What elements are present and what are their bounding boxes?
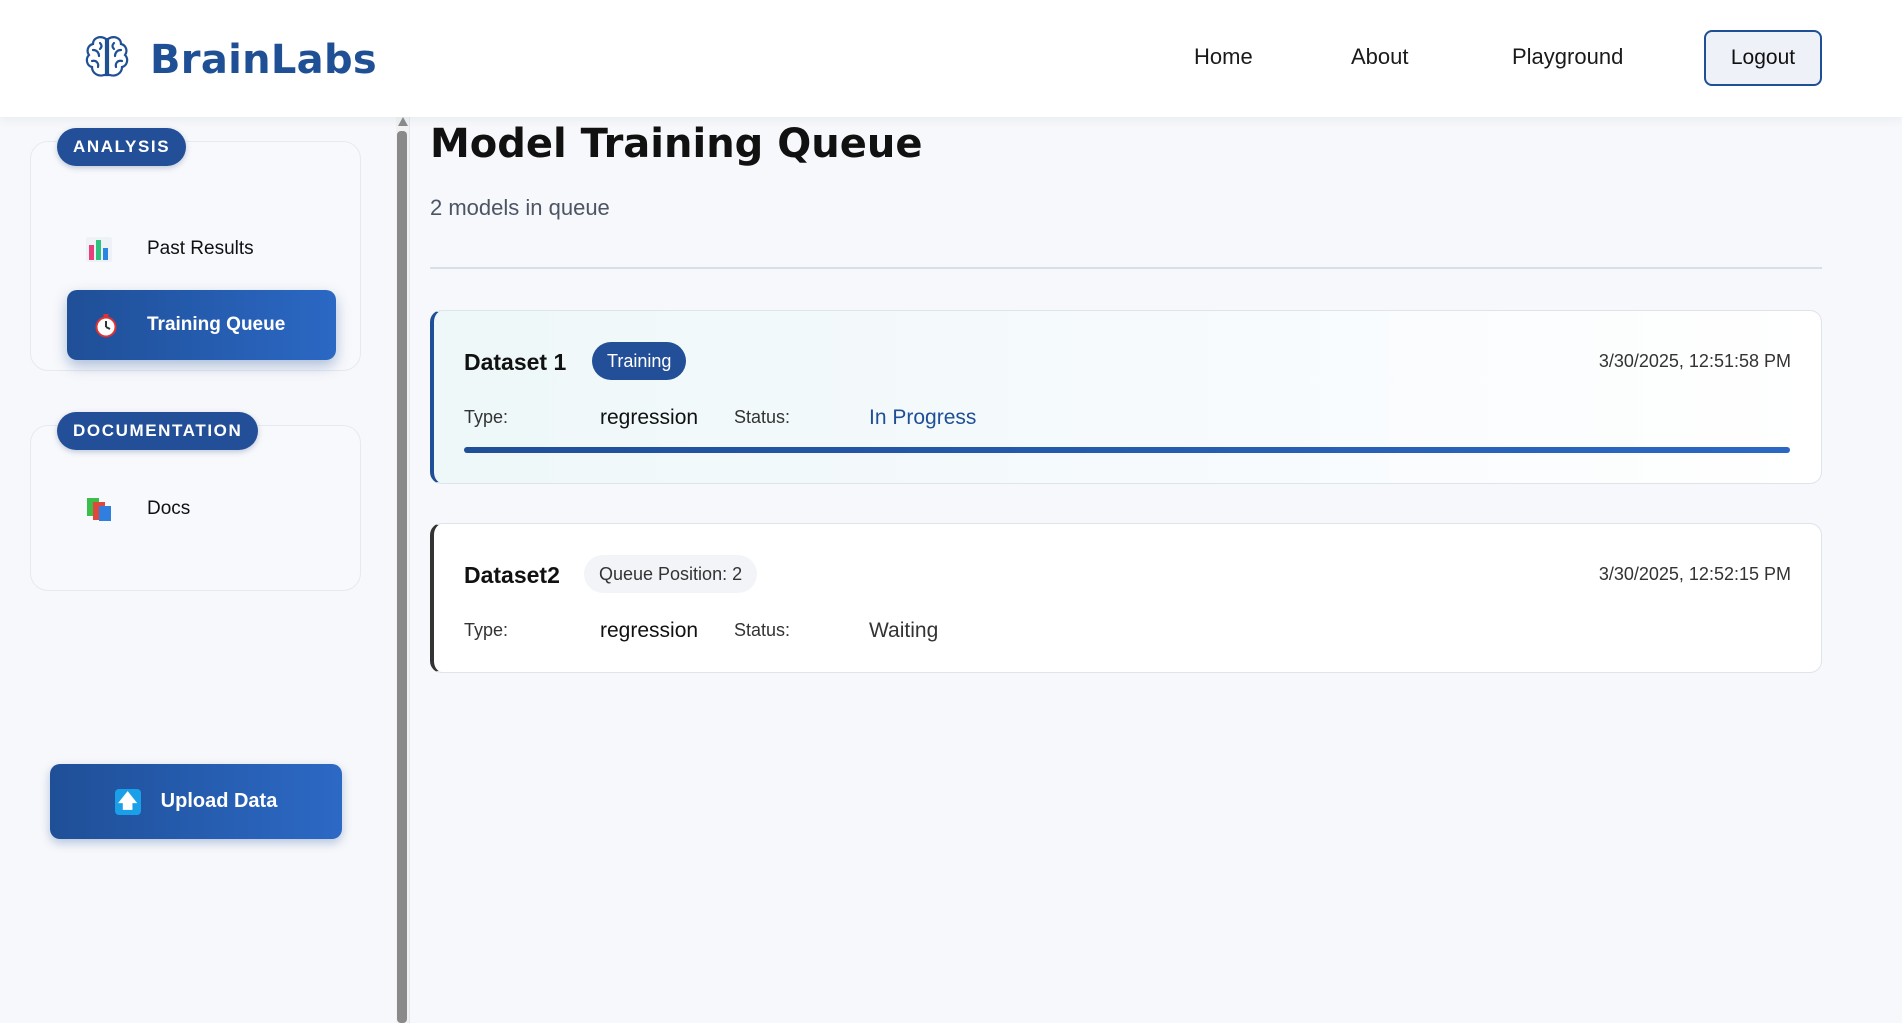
divider	[430, 267, 1822, 269]
type-value: regression	[600, 406, 699, 429]
upload-label: Upload Data	[160, 790, 278, 812]
scroll-thumb[interactable]	[397, 131, 407, 1023]
section-title-analysis: ANALYSIS	[57, 128, 187, 166]
scroll-up-arrow-icon[interactable]	[398, 117, 408, 126]
top-header: BrainLabs Home About Playground Logout	[0, 0, 1902, 117]
type-label: Type:	[464, 407, 509, 427]
sidebar-item-past-results[interactable]: Past Results	[43, 214, 343, 284]
job-name: Dataset 1	[464, 349, 567, 375]
section-title-documentation: DOCUMENTATION	[57, 412, 259, 450]
status-label: Status:	[734, 407, 791, 427]
nav-about[interactable]: About	[1351, 44, 1409, 70]
bar-chart-icon	[85, 235, 113, 263]
status-badge: Training	[592, 342, 687, 380]
job-card[interactable]: Dataset2 Queue Position: 2 3/30/2025, 12…	[430, 523, 1822, 673]
brain-icon	[84, 33, 130, 86]
job-timestamp: 3/30/2025, 12:51:58 PM	[1598, 351, 1791, 371]
sidebar-item-docs[interactable]: Docs	[43, 474, 343, 544]
page-title: Model Training Queue	[430, 121, 923, 167]
stopwatch-icon	[93, 312, 121, 340]
status-value: Waiting	[869, 619, 939, 642]
type-label: Type:	[464, 620, 509, 640]
type-value: regression	[600, 619, 699, 642]
status-label: Status:	[734, 620, 791, 640]
analysis-section: ANALYSIS Past Results Training Queue	[30, 128, 361, 371]
progress-fill	[464, 447, 1790, 453]
sidebar-item-label: Past Results	[147, 238, 254, 259]
documentation-section: DOCUMENTATION Docs	[30, 412, 361, 591]
sidebar-item-label: Docs	[147, 498, 191, 519]
sidebar-item-label: Training Queue	[147, 314, 286, 335]
nav-playground[interactable]: Playground	[1512, 44, 1623, 70]
sidebar: ANALYSIS Past Results Training Queue DOC…	[0, 117, 396, 1023]
job-timestamp: 3/30/2025, 12:52:15 PM	[1598, 564, 1791, 584]
job-card[interactable]: Dataset 1 Training 3/30/2025, 12:51:58 P…	[430, 310, 1822, 484]
queue-position-badge: Queue Position: 2	[584, 555, 758, 593]
main-content: Model Training Queue 2 models in queue D…	[410, 117, 1902, 1023]
job-name: Dataset2	[464, 562, 560, 588]
books-icon	[85, 495, 113, 523]
status-value: In Progress	[869, 406, 977, 429]
nav-home[interactable]: Home	[1194, 44, 1253, 70]
progress-bar	[464, 447, 1790, 453]
sidebar-item-training-queue[interactable]: Training Queue	[67, 290, 336, 360]
queue-count: 2 models in queue	[430, 195, 610, 220]
brand[interactable]: BrainLabs	[84, 33, 377, 86]
sidebar-scrollbar[interactable]	[396, 117, 409, 1023]
logout-button[interactable]: Logout	[1704, 30, 1822, 86]
brand-name: BrainLabs	[150, 36, 378, 83]
upload-data-button[interactable]: 🡅 Upload Data	[50, 764, 342, 839]
upload-arrow-icon: 🡅	[114, 788, 141, 815]
